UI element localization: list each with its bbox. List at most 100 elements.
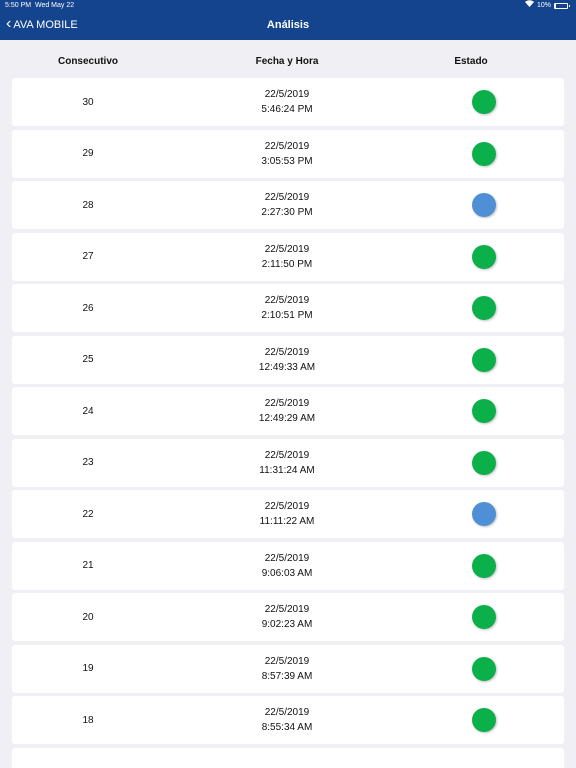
- battery-percent: 10%: [536, 2, 551, 9]
- row-fecha-hora: 22/5/2019 2:11:50 PM: [187, 233, 387, 281]
- row-time: 11:11:22 AM: [259, 516, 315, 527]
- row-estado: [410, 748, 558, 768]
- row-time: 12:49:29 AM: [258, 413, 316, 424]
- row-estado: [410, 645, 558, 693]
- row-time: 8:55:34 AM: [261, 722, 313, 733]
- row-estado: [410, 233, 558, 281]
- row-consecutivo: 22: [82, 508, 94, 520]
- row-time: 8:57:39 AM: [261, 670, 313, 682]
- row-fecha-hora: 22/5/2019 3:05:53 PM: [187, 130, 387, 178]
- row-date: 22/5/2019: [264, 140, 310, 152]
- row-consecutivo: 21: [82, 560, 94, 571]
- row-date: 22/5/2019: [264, 192, 310, 203]
- row-estado: [410, 593, 558, 641]
- row-fecha-hora: 22/5/2019 2:27:30 PM: [187, 181, 387, 229]
- row-estado: [410, 696, 558, 744]
- battery-fill: [555, 4, 557, 8]
- status-bar: 5:50 PM Wed May 22 10%: [0, 0, 576, 12]
- row-time: 9:06:03 AM: [261, 567, 313, 579]
- table-row[interactable]: 29 22/5/2019 3:05:53 PM: [12, 129, 564, 178]
- status-dot-icon: [472, 244, 496, 269]
- status-dot-icon: [472, 450, 496, 475]
- status-dot-icon: [472, 399, 496, 423]
- row-fecha-hora: 22/5/2019 12:49:29 AM: [187, 387, 387, 435]
- row-time: 11:31:24 AM: [259, 464, 315, 476]
- row-date: 22/5/2019: [264, 398, 310, 409]
- row-date: 22/5/2019: [264, 655, 310, 667]
- battery-icon: [554, 3, 570, 9]
- row-consecutivo: 24: [82, 405, 94, 417]
- wifi-icon: [524, 0, 534, 12]
- row-estado: [410, 490, 558, 538]
- table-row[interactable]: 27 22/5/2019 2:11:50 PM: [12, 232, 564, 281]
- row-time: 2:10:51 PM: [261, 310, 313, 321]
- row-fecha-hora: 22/5/2019 8:57:39 AM: [187, 645, 387, 693]
- row-fecha-hora: 22/5/2019 9:06:03 AM: [187, 542, 387, 590]
- page-title: Análisis: [266, 19, 310, 31]
- table-row[interactable]: 23 22/5/2019 11:31:24 AM: [12, 438, 564, 487]
- status-dot-icon: [472, 347, 496, 372]
- row-consecutivo: 27: [82, 251, 94, 262]
- row-consecutivo: 19: [82, 663, 94, 674]
- row-fecha-hora: 22/5/2019 11:31:24 AM: [187, 439, 387, 487]
- row-time: 12:49:33 AM: [258, 361, 316, 373]
- row-estado: [410, 387, 558, 435]
- row-estado: [410, 542, 558, 590]
- row-consecutivo: 30: [82, 96, 94, 108]
- table-row[interactable]: 21 22/5/2019 9:06:03 AM: [12, 541, 564, 590]
- row-fecha-hora: 22/5/2019 5:46:24 PM: [187, 78, 387, 126]
- row-date: 22/5/2019: [264, 89, 310, 100]
- row-consecutivo: 23: [82, 457, 94, 468]
- row-date: 22/5/2019: [264, 295, 310, 306]
- row-consecutivo: 20: [82, 611, 94, 623]
- row-estado: [410, 336, 558, 384]
- table-row[interactable]: [12, 747, 564, 768]
- table-row[interactable]: 28 22/5/2019 2:27:30 PM: [12, 181, 564, 229]
- row-fecha-hora: 22/5/2019 12:49:33 AM: [187, 336, 387, 384]
- row-date: 22/5/2019: [264, 449, 310, 461]
- status-time: 5:50 PM Wed May 22: [5, 2, 75, 9]
- row-estado: [410, 181, 558, 229]
- row-estado: [410, 78, 558, 126]
- row-date: 22/5/2019: [264, 243, 310, 255]
- status-dot-icon: [472, 656, 496, 681]
- table-header: Consecutivo Fecha y Hora Estado: [12, 50, 564, 74]
- table-row[interactable]: 19 22/5/2019 8:57:39 AM: [12, 644, 564, 693]
- table-row[interactable]: 22 22/5/2019 11:11:22 AM: [12, 490, 564, 538]
- table-row[interactable]: 24 22/5/2019 12:49:29 AM: [12, 387, 564, 435]
- row-estado: [410, 439, 558, 487]
- row-time: 2:27:30 PM: [261, 207, 313, 218]
- status-dot-icon: [472, 605, 496, 629]
- row-time: 9:02:23 AM: [261, 619, 313, 630]
- status-right: 10%: [524, 0, 570, 12]
- table-row[interactable]: 25 22/5/2019 12:49:33 AM: [12, 335, 564, 384]
- navigation-bar: 5:50 PM Wed May 22 10% ‹ AVA MOBILE Anál…: [0, 0, 576, 40]
- row-consecutivo: 25: [82, 354, 94, 365]
- status-dot-icon: [472, 296, 496, 320]
- table-row[interactable]: 30 22/5/2019 5:46:24 PM: [12, 78, 564, 126]
- table-row[interactable]: 26 22/5/2019 2:10:51 PM: [12, 284, 564, 332]
- status-date: Wed May 22: [34, 2, 75, 9]
- row-fecha-hora: 22/5/2019 2:10:51 PM: [187, 284, 387, 332]
- row-date: 22/5/2019: [264, 604, 310, 615]
- row-time: 3:05:53 PM: [261, 155, 313, 167]
- row-estado: [410, 130, 558, 178]
- row-consecutivo: 18: [82, 714, 94, 726]
- status-dot-icon: [472, 193, 496, 217]
- table-row[interactable]: 18 22/5/2019 8:55:34 AM: [12, 696, 564, 744]
- row-date: 22/5/2019: [264, 552, 310, 564]
- row-consecutivo: 29: [82, 148, 94, 159]
- column-header-consecutivo: Consecutivo: [57, 56, 118, 67]
- row-consecutivo: [12, 748, 164, 768]
- table-row[interactable]: 20 22/5/2019 9:02:23 AM: [12, 593, 564, 641]
- status-dot-icon: [472, 553, 496, 578]
- column-header-fecha: Fecha y Hora: [255, 56, 319, 67]
- row-time: 5:46:24 PM: [261, 104, 313, 115]
- row-consecutivo: 28: [82, 199, 94, 211]
- status-dot-icon: [472, 502, 496, 526]
- row-fecha-hora: 22/5/2019 11:11:22 AM: [187, 490, 387, 538]
- row-date: 22/5/2019: [264, 346, 310, 358]
- status-dot-icon: [472, 141, 496, 166]
- row-fecha-hora: [187, 748, 387, 768]
- row-estado: [410, 284, 558, 332]
